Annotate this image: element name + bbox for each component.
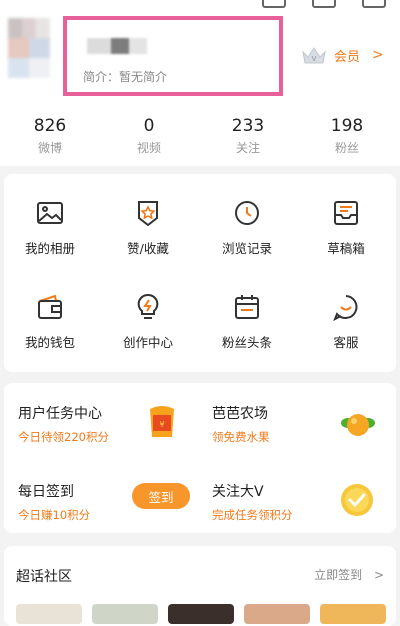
thumbnail[interactable] [92, 604, 158, 624]
thumbnail[interactable] [168, 604, 234, 624]
chaohua-thumbnails [16, 604, 386, 624]
history-clock-icon [232, 198, 262, 228]
svg-text:¥: ¥ [159, 420, 164, 429]
vip-crown-icon: V [300, 44, 328, 66]
grid-item-label: 浏览记录 [221, 241, 272, 256]
chaohua-title: 超话社区 [16, 569, 72, 585]
chaohua-signin-link[interactable]: 立即签到 > [314, 566, 384, 583]
grid-item-label: 创作中心 [122, 335, 173, 350]
task-subtitle: 完成任务领积分 [212, 508, 293, 522]
stat-value: 198 [330, 116, 364, 136]
gift-bag-icon[interactable]: ¥ [144, 403, 180, 439]
profile-header: 简介：暂无简介 V 会员 > [0, 0, 400, 108]
grid-item-creator[interactable]: 创作中心 [108, 292, 188, 351]
grid-item-customer-service[interactable]: 客服 [306, 292, 386, 351]
top-toolbar [262, 0, 386, 8]
task-title: 每日签到 [18, 484, 74, 500]
profile-info-highlight[interactable]: 简介：暂无简介 [63, 16, 283, 96]
stat-label: 粉丝 [334, 141, 359, 155]
feature-grid-card: 我的相册 赞/收藏 浏览记录 草稿箱 我的钱包 创作中心 粉丝头条 客服 [4, 174, 396, 372]
grid-item-label: 粉丝头条 [221, 335, 272, 350]
task-title: 芭芭农场 [212, 406, 268, 422]
grid-item-likes[interactable]: 赞/收藏 [108, 198, 188, 257]
grid-item-label: 客服 [333, 335, 359, 350]
drafts-inbox-icon [331, 198, 361, 228]
grid-item-album[interactable]: 我的相册 [10, 198, 90, 257]
like-collection-icon [133, 198, 163, 228]
bio-text: 简介：暂无简介 [83, 70, 168, 84]
avatar[interactable] [8, 18, 50, 78]
user-task-center[interactable]: 用户任务中心 今日待领220积分 [18, 403, 109, 445]
svg-text:V: V [312, 55, 317, 63]
fruit-icon[interactable] [338, 405, 375, 441]
follow-big-v[interactable]: 关注大V 完成任务领积分 [212, 481, 293, 523]
stat-value: 826 [33, 116, 67, 136]
task-title: 关注大V [212, 484, 264, 500]
grid-item-history[interactable]: 浏览记录 [207, 198, 287, 257]
stat-value: 233 [231, 116, 265, 136]
stat-video[interactable]: 0 视频 [109, 116, 189, 156]
stat-value: 0 [143, 116, 155, 136]
grid-item-wallet[interactable]: 我的钱包 [10, 292, 90, 351]
stat-weibo[interactable]: 826 微博 [10, 116, 90, 156]
grid-item-fans-headline[interactable]: 粉丝头条 [207, 292, 287, 351]
task-title: 用户任务中心 [18, 406, 102, 422]
member-label: 会员 [334, 49, 361, 65]
checkmark-badge-icon[interactable] [338, 481, 374, 517]
thumbnail[interactable] [16, 604, 82, 624]
stat-following[interactable]: 233 关注 [208, 116, 288, 156]
stat-label: 微博 [37, 141, 62, 155]
stat-label: 视频 [136, 141, 161, 155]
add-friend-icon[interactable] [262, 0, 286, 8]
grid-item-label: 草稿箱 [327, 241, 365, 256]
chaohua-link-label: 立即签到 [314, 568, 363, 582]
grid-item-label: 我的钱包 [24, 335, 75, 350]
signin-button[interactable]: 签到 [132, 483, 190, 509]
member-entry[interactable]: V 会员 > [300, 44, 384, 66]
photo-album-icon [35, 198, 65, 228]
task-subtitle: 今日赚10积分 [18, 508, 91, 522]
task-card: 用户任务中心 今日待领220积分 ¥ 芭芭农场 领免费水果 每日签到 今日赚10… [4, 383, 396, 533]
chevron-right-icon: > [372, 47, 384, 63]
daily-signin[interactable]: 每日签到 今日赚10积分 [18, 481, 90, 523]
task-subtitle: 今日待领220积分 [18, 430, 109, 444]
grid-item-label: 赞/收藏 [127, 241, 169, 256]
chevron-right-icon: > [373, 568, 384, 582]
customer-service-icon [331, 292, 361, 322]
wallet-icon [35, 292, 65, 322]
baba-farm[interactable]: 芭芭农场 领免费水果 [212, 403, 270, 445]
headline-calendar-icon [232, 292, 262, 322]
settings-icon[interactable] [362, 0, 386, 8]
thumbnail[interactable] [320, 604, 386, 624]
scan-icon[interactable] [312, 0, 336, 8]
username-blurred [87, 38, 147, 54]
stat-label: 关注 [235, 141, 260, 155]
grid-item-drafts[interactable]: 草稿箱 [306, 198, 386, 257]
thumbnail[interactable] [244, 604, 310, 624]
chaohua-card: 超话社区 立即签到 > [4, 546, 396, 626]
lightbulb-icon [133, 292, 163, 322]
stats-bar: 826 微博 0 视频 233 关注 198 粉丝 [0, 108, 400, 166]
task-subtitle: 领免费水果 [212, 430, 270, 444]
stat-fans[interactable]: 198 粉丝 [307, 116, 387, 156]
grid-item-label: 我的相册 [24, 241, 75, 256]
